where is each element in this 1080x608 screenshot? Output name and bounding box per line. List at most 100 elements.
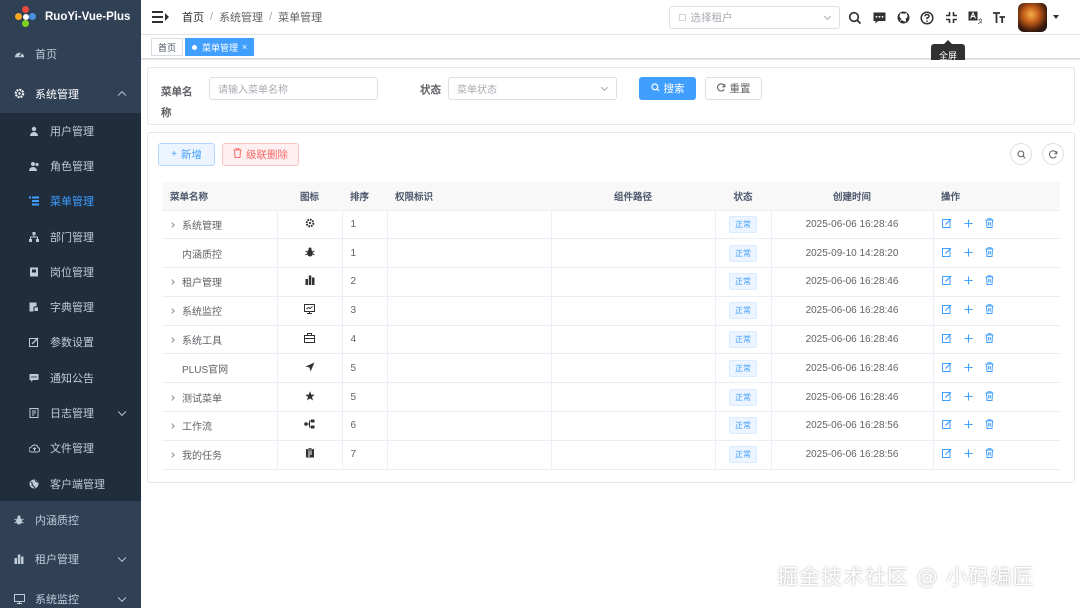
table-row[interactable]: 工作流 6 正常 2025-06-06 16:28:56 [162,411,1060,441]
sidebar-item-system[interactable]: 系统管理 [0,74,141,113]
cell-menu-name: 租户管理 [162,267,278,297]
github-icon[interactable] [891,6,915,30]
menu-name-input[interactable]: 请输入菜单名称 [209,77,378,100]
font-size-icon[interactable] [987,6,1011,30]
trash-icon[interactable] [985,304,994,315]
chevron-right-icon[interactable] [169,222,175,228]
trash-icon[interactable] [985,419,994,430]
edit-icon[interactable] [941,218,952,228]
sidebar-item-quality[interactable]: 内涵质控 [0,501,141,540]
plus-icon[interactable] [964,219,973,228]
plus-icon[interactable] [964,392,973,401]
sidebar-item-configs[interactable]: 参数设置 [0,324,141,361]
plus-icon[interactable] [964,248,973,257]
reset-button[interactable]: 重置 [705,77,762,100]
sidebar-item-notices[interactable]: 通知公告 [0,360,141,396]
table-row[interactable]: 测试菜单 5 正常 2025-06-06 16:28:46 [162,382,1060,413]
cell-icon [277,411,343,441]
chevron-right-icon[interactable] [169,423,175,430]
cell-menu-name: 工作流 [162,411,278,441]
hamburger-icon[interactable] [152,10,172,24]
cell-perms [387,238,552,269]
search-icon[interactable] [843,6,867,30]
status-badge: 正常 [729,417,757,435]
trash-icon[interactable] [985,448,994,459]
sidebar-item-roles[interactable]: 角色管理 [0,148,141,184]
cell-icon [277,296,343,326]
table-row[interactable]: PLUS官网 5 正常 2025-06-06 16:28:46 [162,353,1060,384]
avatar[interactable] [1018,3,1047,32]
chevron-right-icon[interactable] [169,394,175,401]
sidebar-item-users[interactable]: 用户管理 [0,113,141,149]
caret-down-icon[interactable] [1053,15,1059,19]
toggle-search-button[interactable] [1010,143,1032,165]
chevron-right-icon[interactable] [169,308,175,315]
table-row[interactable]: 内涵质控 1 正常 2025-09-10 14:28:20 [162,238,1060,269]
breadcrumb-system[interactable]: 系统管理 [219,9,263,25]
close-icon[interactable]: × [242,42,247,52]
breadcrumb-home[interactable]: 首页 [182,9,204,25]
chevron-down-icon [600,83,609,92]
edit-icon[interactable] [941,247,952,257]
cascade-delete-button[interactable]: 级联删除 [222,143,299,166]
cell-actions [933,325,1060,355]
trash-icon[interactable] [985,333,994,344]
plus-icon[interactable] [964,449,973,458]
edit-icon[interactable] [941,391,952,401]
fullscreen-icon[interactable] [939,6,963,30]
table-row[interactable]: 系统工具 4 正常 2025-06-06 16:28:46 [162,325,1060,355]
question-icon[interactable] [915,6,939,30]
tenant-select[interactable]: ▢ 选择租户 [669,6,840,29]
column-header: 菜单名称 [162,182,277,211]
trash-icon[interactable] [985,246,994,257]
plus-icon[interactable] [964,276,973,285]
plus-icon[interactable] [964,334,973,343]
sidebar-item-menus[interactable]: 菜单管理 [0,183,141,219]
table-row[interactable]: 系统监控 3 正常 2025-06-06 16:28:46 [162,296,1060,326]
sidebar-item-dicts[interactable]: 字典管理 [0,289,141,325]
trash-icon[interactable] [985,275,994,286]
cell-menu-name: 内涵质控 [162,238,278,269]
plus-icon[interactable] [964,420,973,429]
table-row[interactable]: 租户管理 2 正常 2025-06-06 16:28:46 [162,267,1060,297]
sidebar-item-posts[interactable]: 岗位管理 [0,254,141,290]
edit-icon[interactable] [941,362,952,372]
edit-icon[interactable] [941,304,952,315]
sidebar-item-logs[interactable]: 日志管理 [0,395,141,431]
trash-icon[interactable] [985,218,994,228]
edit-icon[interactable] [941,448,952,459]
cell-created: 2025-06-06 16:28:46 [771,296,934,326]
trash-icon[interactable] [985,362,994,372]
search-button[interactable]: 搜索 [639,77,696,100]
sidebar-item-depts[interactable]: 部门管理 [0,218,141,255]
status-select[interactable]: 菜单状态 [448,77,617,100]
plus-icon[interactable] [964,363,973,372]
app-logo[interactable]: RuoYi-Vue-Plus [0,0,141,34]
chevron-right-icon[interactable] [169,279,175,286]
edit-icon[interactable] [941,333,952,344]
plus-icon[interactable] [964,305,973,314]
sidebar-item-home[interactable]: 首页 [0,34,141,74]
cell-perms [387,382,552,413]
edit-icon[interactable] [941,419,952,430]
table-row[interactable]: 系统管理 1 正常 2025-06-06 16:28:46 [162,210,1060,240]
refresh-table-button[interactable] [1042,143,1064,165]
cell-order: 5 [342,382,388,413]
column-header: 权限标识 [387,182,551,211]
chevron-right-icon[interactable] [169,452,175,459]
sidebar-item-monitor[interactable]: 系统监控 [0,579,141,608]
sidebar-item-files[interactable]: 文件管理 [0,430,141,466]
table-row[interactable]: 我的任务 7 正常 2025-06-06 16:28:56 [162,440,1060,470]
cell-perms [387,353,552,384]
trash-icon[interactable] [985,390,994,401]
tag-menus[interactable]: 菜单管理 × [185,38,255,56]
message-icon[interactable] [867,6,891,30]
tag-home[interactable]: 首页 [151,38,184,56]
edit-icon[interactable] [941,275,952,286]
cell-icon [277,238,343,269]
sidebar-item-tenant[interactable]: 租户管理 [0,539,141,580]
language-icon[interactable]: 文 [963,6,987,30]
add-button[interactable]: + 新增 [158,143,215,166]
sidebar-item-clients[interactable]: 客户端管理 [0,465,141,502]
chevron-right-icon[interactable] [169,337,175,343]
